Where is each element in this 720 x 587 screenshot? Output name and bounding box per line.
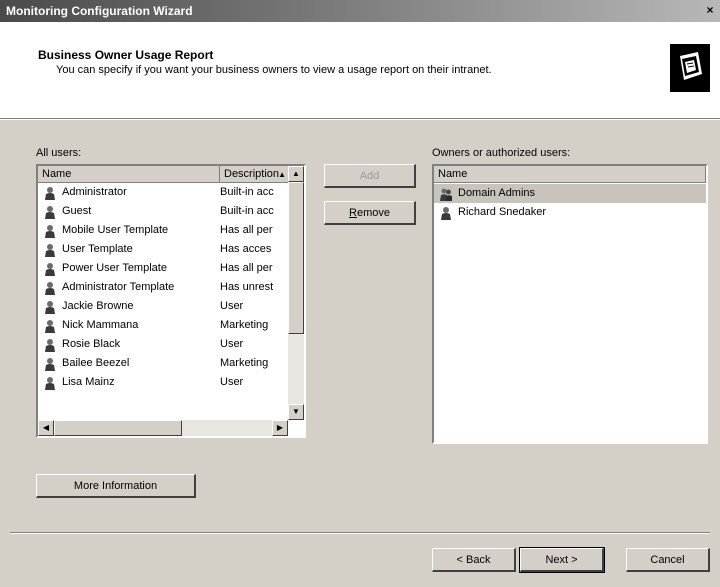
all-users-horizontal-scrollbar[interactable]: ◀ ▶ bbox=[38, 420, 288, 436]
owners-listbox[interactable]: Name Domain Admins Richard Snedaker bbox=[432, 164, 708, 444]
add-button[interactable]: Add bbox=[324, 164, 416, 188]
user-icon bbox=[45, 225, 55, 238]
table-row[interactable]: Jackie Browne User bbox=[38, 297, 288, 316]
sort-arrow-icon: ▲ bbox=[278, 170, 286, 179]
user-icon bbox=[45, 358, 55, 371]
cancel-button[interactable]: Cancel bbox=[626, 548, 710, 572]
user-name: Bailee Beezel bbox=[62, 357, 130, 369]
user-name: User Template bbox=[62, 243, 133, 255]
table-row[interactable]: Power User Template Has all per bbox=[38, 259, 288, 278]
scroll-right-icon[interactable]: ▶ bbox=[272, 420, 288, 436]
all-users-vertical-scrollbar[interactable]: ▲ ▼ bbox=[288, 166, 304, 420]
footer-divider bbox=[10, 532, 710, 534]
scroll-down-icon[interactable]: ▼ bbox=[288, 404, 304, 420]
table-row[interactable]: Rosie Black User bbox=[38, 335, 288, 354]
user-description: User bbox=[220, 300, 244, 312]
table-row[interactable]: User Template Has acces bbox=[38, 240, 288, 259]
user-icon bbox=[45, 320, 55, 333]
wizard-header: Business Owner Usage Report You can spec… bbox=[0, 22, 720, 119]
user-description: Has all per bbox=[220, 224, 273, 236]
user-description: User bbox=[220, 338, 244, 350]
owners-label: Owners or authorized users: bbox=[432, 147, 570, 159]
remove-button[interactable]: Remove bbox=[324, 201, 416, 225]
user-description: Built-in acc bbox=[220, 186, 274, 198]
all-users-label: All users: bbox=[36, 147, 81, 159]
table-row[interactable]: Administrator Template Has unrest bbox=[38, 278, 288, 297]
user-name: Jackie Browne bbox=[62, 300, 134, 312]
user-description: Built-in acc bbox=[220, 205, 274, 217]
user-description: Has unrest bbox=[220, 281, 274, 293]
user-name: Administrator Template bbox=[62, 281, 175, 293]
user-description: Marketing bbox=[220, 357, 269, 369]
page-title: Business Owner Usage Report bbox=[38, 48, 214, 62]
scroll-up-icon[interactable]: ▲ bbox=[288, 166, 304, 182]
user-name: Administrator bbox=[62, 186, 127, 198]
table-row[interactable]: Nick Mammana Marketing bbox=[38, 316, 288, 335]
remove-button-rest: emove bbox=[356, 207, 390, 219]
list-item[interactable]: Domain Admins bbox=[434, 184, 706, 203]
user-name: Mobile User Template bbox=[62, 224, 169, 236]
user-icon bbox=[45, 282, 55, 295]
table-row[interactable]: Administrator Built-in acc bbox=[38, 183, 288, 202]
user-icon bbox=[45, 187, 55, 200]
owners-column-header-name[interactable]: Name bbox=[434, 166, 706, 183]
user-name: Guest bbox=[62, 205, 92, 217]
column-header-description-label: Description bbox=[224, 168, 280, 180]
user-icon bbox=[45, 263, 55, 276]
user-description: User bbox=[220, 376, 244, 388]
user-name: Rosie Black bbox=[62, 338, 121, 350]
all-users-label-text: All users: bbox=[36, 147, 82, 159]
owner-name: Domain Admins bbox=[458, 187, 536, 199]
header-divider bbox=[0, 119, 720, 120]
horizontal-scroll-thumb[interactable] bbox=[54, 420, 182, 436]
vertical-scroll-thumb[interactable] bbox=[288, 182, 304, 334]
all-users-listbox[interactable]: Name Description ▲ Administrator Built-in… bbox=[36, 164, 306, 438]
title-bar: Monitoring Configuration Wizard × bbox=[0, 0, 720, 22]
scroll-left-icon[interactable]: ◀ bbox=[38, 420, 54, 436]
user-name: Power User Template bbox=[62, 262, 167, 274]
table-row[interactable]: Bailee Beezel Marketing bbox=[38, 354, 288, 373]
table-row[interactable]: Mobile User Template Has all per bbox=[38, 221, 288, 240]
user-description: Has all per bbox=[220, 262, 273, 274]
table-row[interactable]: Guest Built-in acc bbox=[38, 202, 288, 221]
wizard-logo-icon bbox=[670, 44, 710, 92]
column-header-name[interactable]: Name bbox=[38, 166, 220, 183]
user-icon bbox=[45, 244, 55, 257]
table-row[interactable]: Lisa Mainz User bbox=[38, 373, 288, 392]
user-icon bbox=[441, 207, 451, 220]
user-icon bbox=[45, 339, 55, 352]
user-icon bbox=[45, 377, 55, 390]
user-name: Lisa Mainz bbox=[62, 376, 115, 388]
window-title: Monitoring Configuration Wizard bbox=[6, 4, 193, 18]
user-description: Marketing bbox=[220, 319, 269, 331]
group-icon bbox=[440, 188, 452, 201]
user-description: Has acces bbox=[220, 243, 272, 255]
more-information-button[interactable]: More Information bbox=[36, 474, 196, 498]
next-button[interactable]: Next > bbox=[519, 547, 605, 573]
page-subtitle: You can specify if you want your busines… bbox=[56, 64, 492, 76]
owners-label-text: Owners or authorized users: bbox=[432, 147, 571, 159]
back-button[interactable]: < Back bbox=[432, 548, 516, 572]
user-icon bbox=[45, 301, 55, 314]
column-header-description[interactable]: Description ▲ bbox=[220, 166, 290, 183]
owner-name: Richard Snedaker bbox=[458, 206, 547, 218]
close-icon[interactable]: × bbox=[702, 3, 718, 18]
list-item[interactable]: Richard Snedaker bbox=[434, 203, 706, 222]
user-name: Nick Mammana bbox=[62, 319, 139, 331]
user-icon bbox=[45, 206, 55, 219]
remove-button-mnemonic: R bbox=[349, 207, 357, 219]
wizard-window: Monitoring Configuration Wizard × Busine… bbox=[0, 0, 720, 587]
